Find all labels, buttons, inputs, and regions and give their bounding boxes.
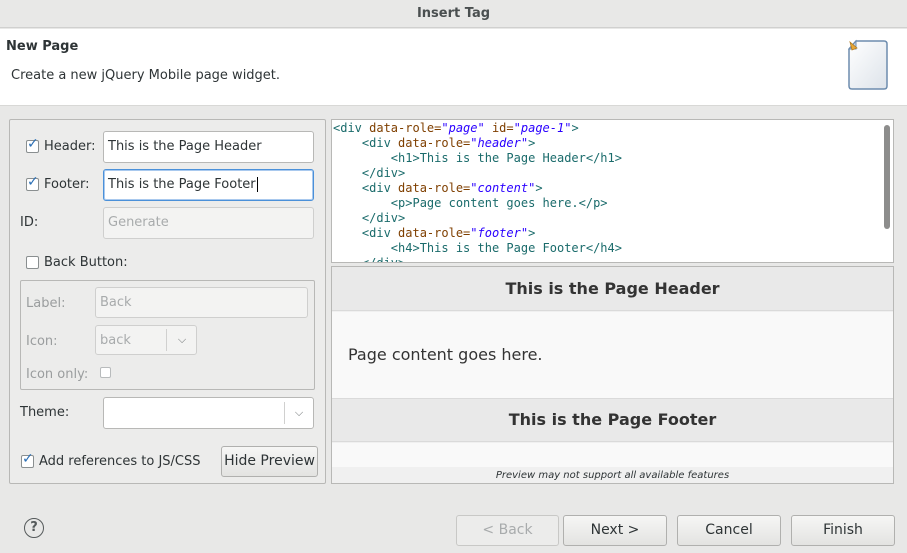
footer-input-value: This is the Page Footer: [108, 177, 256, 192]
chevron-down-icon: ⌵: [177, 333, 187, 346]
preview-content-text: Page content goes here.: [348, 345, 543, 364]
back-button[interactable]: < Back: [456, 515, 559, 546]
icon-only-checkbox[interactable]: [100, 367, 111, 378]
code-line: <p>Page content goes here.</p>: [390, 196, 608, 210]
code-line: </div>: [361, 166, 406, 180]
back-label-label: Label:: [26, 296, 66, 311]
code-line: <h4>This is the Page Footer</h4>: [390, 241, 622, 255]
icon-only-label: Icon only:: [26, 367, 89, 382]
header-label: Header:: [44, 139, 96, 154]
preview-header: This is the Page Header: [332, 267, 893, 311]
back-button-checkbox[interactable]: [26, 256, 39, 269]
theme-select[interactable]: ⌵: [103, 397, 314, 429]
code-line: <div data-role="page" id="page-1">: [333, 121, 579, 135]
footer-label: Footer:: [44, 177, 90, 192]
text-cursor: [256, 177, 258, 192]
back-icon-label: Icon:: [26, 334, 58, 349]
code-line: <div data-role="footer">: [361, 226, 536, 240]
document-icon: [847, 39, 888, 90]
code-scrollbar-thumb[interactable]: [884, 125, 890, 229]
chevron-down-icon: ⌵: [294, 406, 304, 419]
wizard-banner: New Page Create a new jQuery Mobile page…: [0, 29, 907, 106]
code-text: <div data-role="page" id="page-1"> <div …: [333, 121, 622, 263]
header-input[interactable]: This is the Page Header: [103, 131, 314, 163]
back-button-label: Back Button:: [44, 255, 128, 270]
add-references-label: Add references to JS/CSS: [39, 454, 201, 469]
back-icon-select[interactable]: back ⌵: [95, 325, 197, 355]
hide-preview-button[interactable]: Hide Preview: [221, 446, 318, 477]
page-options-panel: Header: This is the Page Header Footer: …: [9, 119, 326, 484]
preview-footer: This is the Page Footer: [332, 398, 893, 442]
combo-separator: [166, 329, 167, 351]
preview-content: Page content goes here.: [332, 312, 893, 398]
page-description: Create a new jQuery Mobile page widget.: [11, 68, 281, 83]
cancel-button[interactable]: Cancel: [677, 515, 781, 546]
code-line: <div data-role="content">: [361, 181, 543, 195]
header-checkbox[interactable]: [26, 136, 39, 153]
finish-button[interactable]: Finish: [791, 515, 895, 546]
back-icon-value: back: [100, 333, 131, 348]
id-input[interactable]: Generate: [103, 207, 314, 239]
code-line: </div>: [361, 256, 406, 263]
help-icon[interactable]: ?: [24, 518, 44, 538]
preview-below-footer: [332, 443, 893, 467]
theme-label: Theme:: [20, 405, 70, 420]
code-line: </div>: [361, 211, 406, 225]
footer-input[interactable]: This is the Page Footer: [103, 169, 314, 201]
code-line: <div data-role="header">: [361, 136, 536, 150]
code-preview[interactable]: <div data-role="page" id="page-1"> <div …: [331, 119, 894, 263]
page-title: New Page: [6, 39, 79, 54]
back-button-group: Label: Back Icon: back ⌵ Icon only:: [20, 280, 315, 390]
window-title: Insert Tag: [0, 0, 907, 28]
add-references-checkbox[interactable]: [21, 451, 34, 468]
back-label-input[interactable]: Back: [95, 287, 308, 318]
code-line: <h1>This is the Page Header</h1>: [390, 151, 622, 165]
id-label: ID:: [20, 215, 39, 230]
preview-note: Preview may not support all available fe…: [332, 467, 893, 483]
footer-checkbox[interactable]: [26, 174, 39, 191]
next-button[interactable]: Next >: [563, 515, 667, 546]
page-preview: This is the Page Header Page content goe…: [331, 266, 894, 484]
